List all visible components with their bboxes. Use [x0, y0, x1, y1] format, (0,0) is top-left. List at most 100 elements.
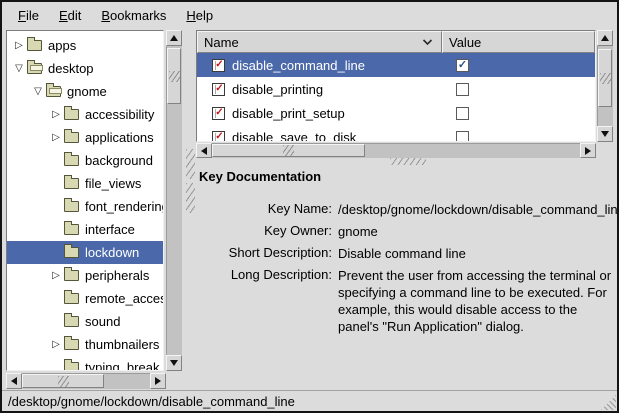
key-value-cell: ✓ — [442, 131, 595, 143]
tree-item-file-views[interactable]: file_views — [7, 172, 163, 195]
folder-closed-icon — [64, 270, 79, 281]
tree-item-interface[interactable]: interface — [7, 218, 163, 241]
tree-item-label: applications — [85, 130, 154, 145]
arrow-up-icon — [601, 35, 609, 41]
arrow-right-icon — [155, 377, 161, 385]
table-row-disable-save-to-disk[interactable]: ✓ disable_save_to_disk ✓ — [197, 125, 595, 142]
tree-item-applications[interactable]: ▷ applications — [7, 126, 163, 149]
scrollbar-thumb[interactable] — [167, 48, 181, 104]
expander-collapsed-icon[interactable]: ▷ — [48, 103, 64, 126]
tree-item-accessibility[interactable]: ▷ accessibility — [7, 103, 163, 126]
key-name-field-value: /desktop/gnome/lockdown/disable_command_… — [338, 201, 619, 218]
tree-item-background[interactable]: background — [7, 149, 163, 172]
tree-item-sound[interactable]: sound — [7, 310, 163, 333]
pane-splitter-handle[interactable] — [186, 183, 195, 213]
tree-item-label: thumbnailers — [85, 337, 159, 352]
expander-expanded-icon[interactable]: ▽ — [30, 80, 46, 103]
tree-item-gnome[interactable]: ▽ gnome — [7, 80, 163, 103]
scrollbar-thumb[interactable] — [598, 49, 612, 107]
table-header: Name Value — [197, 31, 595, 53]
table-row-disable-command-line[interactable]: ✓ disable_command_line ✓ — [197, 53, 595, 77]
checkbox-unchecked[interactable]: ✓ — [456, 83, 469, 96]
key-name-label: disable_save_to_disk — [232, 130, 356, 143]
key-owner-field-label: Key Owner: — [196, 223, 332, 240]
table-row-disable-print-setup[interactable]: ✓ disable_print_setup ✓ — [197, 101, 595, 125]
scroll-right-button[interactable] — [150, 373, 166, 389]
expander-collapsed-icon[interactable]: ▷ — [48, 126, 64, 149]
arrow-down-icon — [601, 131, 609, 137]
scroll-down-button[interactable] — [166, 355, 182, 371]
tree-item-label: desktop — [48, 61, 94, 76]
folder-closed-icon — [64, 339, 79, 350]
table-vertical-scrollbar[interactable] — [597, 30, 613, 142]
resize-grip-icon[interactable] — [601, 395, 616, 410]
folder-closed-icon — [64, 293, 79, 304]
tree-item-label: apps — [48, 38, 76, 53]
scroll-right-button[interactable] — [580, 143, 596, 158]
tree-item-lockdown[interactable]: lockdown — [7, 241, 163, 264]
tree-item-typing-break[interactable]: typing_break — [7, 356, 163, 371]
tree-item-peripherals[interactable]: ▷ peripherals — [7, 264, 163, 287]
checkbox-checked[interactable]: ✓ — [456, 59, 469, 72]
scroll-down-button[interactable] — [597, 126, 613, 142]
scroll-left-button[interactable] — [196, 143, 212, 158]
key-name-label: disable_printing — [232, 82, 323, 97]
menu-file[interactable]: File — [8, 4, 49, 27]
tree-item-label: peripherals — [85, 268, 149, 283]
tree-item-remote-access[interactable]: remote_access — [7, 287, 163, 310]
tree-item-label: background — [85, 153, 153, 168]
table-row-disable-printing[interactable]: ✓ disable_printing ✓ — [197, 77, 595, 101]
gconf-editor-window: File Edit Bookmarks Help ▷ apps ▽ deskto… — [0, 0, 619, 413]
expander-collapsed-icon[interactable]: ▷ — [48, 264, 64, 287]
folder-closed-icon — [64, 201, 79, 212]
boolean-key-icon: ✓ — [212, 107, 225, 120]
menu-bookmarks[interactable]: Bookmarks — [91, 4, 176, 27]
sort-down-icon — [422, 39, 433, 46]
scroll-up-button[interactable] — [166, 30, 182, 46]
key-value-cell: ✓ — [442, 107, 595, 120]
grip-icon — [283, 145, 294, 156]
long-description-field-value: Prevent the user from accessing the term… — [338, 267, 619, 335]
key-table: Name Value ✓ disable_command_line ✓ ✓ di… — [196, 30, 596, 142]
column-header-label: Value — [449, 35, 481, 50]
scrollbar-thumb[interactable] — [22, 374, 104, 388]
column-header-name[interactable]: Name — [197, 31, 442, 53]
tree-item-thumbnailers[interactable]: ▷ thumbnailers — [7, 333, 163, 356]
config-tree: ▷ apps ▽ desktop ▽ gnome ▷ accessibility… — [6, 30, 164, 371]
key-name-label: disable_print_setup — [232, 106, 345, 121]
doc-pane-splitter-handle[interactable] — [390, 158, 426, 165]
arrow-up-icon — [170, 35, 178, 41]
folder-closed-icon — [64, 132, 79, 143]
table-horizontal-scrollbar[interactable] — [196, 143, 596, 158]
key-documentation-panel: Key Documentation Key Name: /desktop/gno… — [196, 165, 614, 335]
grip-icon — [600, 73, 611, 84]
scroll-left-button[interactable] — [6, 373, 22, 389]
expander-collapsed-icon[interactable]: ▷ — [11, 34, 27, 57]
folder-closed-icon — [64, 109, 79, 120]
column-header-value[interactable]: Value — [442, 31, 595, 53]
tree-horizontal-scrollbar[interactable] — [6, 373, 166, 389]
tree-item-desktop[interactable]: ▽ desktop — [7, 57, 163, 80]
tree-item-font-rendering[interactable]: font_rendering — [7, 195, 163, 218]
folder-closed-icon — [64, 316, 79, 327]
scroll-up-button[interactable] — [597, 30, 613, 46]
tree-item-label: interface — [85, 222, 135, 237]
arrow-right-icon — [585, 147, 591, 155]
menu-edit[interactable]: Edit — [49, 4, 91, 27]
tree-item-label: file_views — [85, 176, 141, 191]
pane-splitter-handle[interactable] — [186, 149, 195, 179]
expander-expanded-icon[interactable]: ▽ — [11, 57, 27, 80]
checkbox-unchecked[interactable]: ✓ — [456, 107, 469, 120]
tree-item-label: typing_break — [85, 360, 159, 371]
grip-icon — [58, 376, 69, 387]
key-name-cell: ✓ disable_save_to_disk — [197, 130, 442, 143]
grip-icon — [169, 71, 180, 82]
checkbox-unchecked[interactable]: ✓ — [456, 131, 469, 143]
menu-help[interactable]: Help — [176, 4, 223, 27]
tree-vertical-scrollbar[interactable] — [166, 30, 182, 371]
expander-collapsed-icon[interactable]: ▷ — [48, 333, 64, 356]
arrow-left-icon — [201, 147, 207, 155]
tree-item-apps[interactable]: ▷ apps — [7, 34, 163, 57]
boolean-key-icon: ✓ — [212, 131, 225, 143]
scrollbar-thumb[interactable] — [212, 144, 365, 157]
